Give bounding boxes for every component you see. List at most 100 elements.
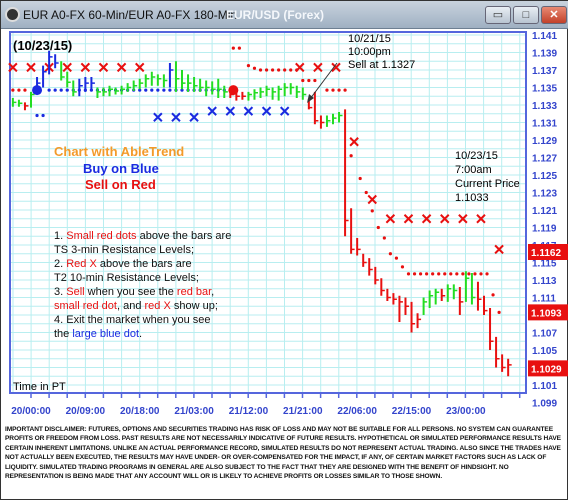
resistance-dot <box>479 272 483 276</box>
instr-text: above the bars are <box>136 230 232 242</box>
y-tick-label: 1.107 <box>532 329 557 340</box>
legend-title: Chart with AbleTrend <box>54 144 185 159</box>
large-red-dot <box>228 85 239 96</box>
resistance-dot <box>412 272 417 276</box>
resistance-dot <box>343 88 347 92</box>
resistance-dot <box>246 64 251 68</box>
x-tick-label: 22/06:00 <box>337 406 377 417</box>
chart-date: (10/23/15) <box>13 38 73 53</box>
resistance-dot <box>376 225 380 230</box>
resistance-dot <box>425 272 429 276</box>
instr-text: T2 10-min Resistance Levels; <box>54 272 199 284</box>
support-dot <box>156 88 160 92</box>
resistance-dot <box>485 272 489 276</box>
instr-text: show up; <box>170 300 218 312</box>
sell-note-time: 10:00pm <box>348 46 391 58</box>
resistance-dot <box>491 293 495 297</box>
resistance-dot <box>400 265 405 269</box>
x-tick-label: 23/00:00 <box>446 406 486 417</box>
instr-highlight: Small red dots <box>66 230 137 242</box>
resistance-dot <box>388 252 392 256</box>
support-dot <box>59 88 63 92</box>
resistance-dot <box>431 272 435 276</box>
resistance-dot <box>331 88 335 92</box>
instr-highlight: Sell <box>66 286 85 298</box>
y-tick-label: 1.101 <box>532 381 557 392</box>
resistance-dot <box>473 272 477 276</box>
resistance-dot <box>258 68 263 72</box>
resistance-dot <box>394 256 399 260</box>
resistance-dot <box>370 209 374 213</box>
resistance-dot <box>497 310 501 314</box>
instr-highlight: red X <box>144 300 171 312</box>
resistance-dot <box>11 88 15 92</box>
resistance-dot <box>325 88 329 92</box>
sell-note-price: Sell at 1.1327 <box>348 59 416 71</box>
instr-text: TS 3-min Resistance Levels; <box>54 244 194 256</box>
support-dot <box>53 88 57 92</box>
instr-text: 4. Exit the market when you see <box>54 314 211 326</box>
y-tick-label: 1.115 <box>532 259 557 270</box>
resistance-dot <box>337 88 341 92</box>
sell-note: 10/21/15 10:00pm Sell at 1.1327 <box>348 33 415 72</box>
large-blue-dot <box>32 85 43 96</box>
y-tick-label: 1.127 <box>532 154 557 165</box>
price-label: 1.1093 <box>531 308 562 319</box>
instr-text: 3. <box>54 286 67 298</box>
instr-text: when you see the <box>84 286 177 298</box>
instr-highlight: large blue dot <box>72 328 140 340</box>
x-tick-label: 21/21:00 <box>283 406 323 417</box>
y-tick-label: 1.141 <box>532 31 557 42</box>
x-tick-label: 22/15:00 <box>392 406 432 417</box>
y-tick-label: 1.123 <box>532 189 557 200</box>
y-tick-label: 1.129 <box>532 136 557 147</box>
current-price-note: 10/23/15 7:00am Current Price 1.1033 <box>455 149 520 205</box>
y-tick-label: 1.135 <box>532 84 557 95</box>
resistance-dot <box>455 272 459 276</box>
instr-text: above the bars are <box>96 258 192 270</box>
x-tick-label: 21/12:00 <box>229 406 269 417</box>
resistance-dot <box>231 46 235 50</box>
resistance-dot <box>237 46 241 50</box>
instr-text: . <box>139 328 143 340</box>
support-dot <box>168 88 172 92</box>
resistance-dot <box>301 78 305 83</box>
resistance-dot <box>443 272 447 276</box>
y-tick-label: 1.105 <box>532 346 557 357</box>
sell-note-date: 10/21/15 <box>348 33 391 45</box>
current-note-price: 1.1033 <box>455 192 489 204</box>
current-note-date: 10/23/15 <box>455 150 498 162</box>
resistance-dot <box>358 176 362 181</box>
y-tick-label: 1.119 <box>532 224 557 235</box>
resistance-dot <box>349 154 353 158</box>
y-tick-label: 1.133 <box>532 101 557 112</box>
y-tick-label: 1.113 <box>532 276 557 287</box>
support-dot <box>65 88 69 92</box>
resistance-dot <box>23 88 27 92</box>
y-tick-label: 1.131 <box>532 119 557 130</box>
resistance-dot <box>307 78 311 83</box>
instr-highlight: red bar <box>176 286 212 298</box>
support-dot <box>144 88 148 92</box>
resistance-dot <box>17 88 21 92</box>
x-tick-label: 20/09:00 <box>66 406 106 417</box>
instr-text: , and <box>116 300 145 312</box>
time-zone-label: Time in PT <box>13 381 66 393</box>
price-label: 1.1162 <box>531 248 561 259</box>
instr-text: the <box>54 328 73 340</box>
instr-text: , <box>211 286 215 298</box>
y-tick-label: 1.111 <box>532 294 556 305</box>
y-tick-label: 1.099 <box>532 399 557 410</box>
resistance-dot <box>406 272 411 276</box>
instr-highlight: Red X <box>66 258 97 270</box>
y-tick-label: 1.137 <box>532 66 557 77</box>
resistance-dot <box>277 68 281 72</box>
support-dot <box>41 113 45 118</box>
resistance-dot <box>449 272 453 276</box>
resistance-dot <box>418 272 423 276</box>
instr-highlight: small red dot <box>54 300 117 312</box>
price-chart: 1.141 1.139 1.137 1.135 1.133 1.131 1.129 1.127… <box>8 31 568 417</box>
resistance-dot <box>283 68 287 72</box>
disclaimer: IMPORTANT DISCLAIMER: FUTURES, OPTIONS A… <box>5 426 561 481</box>
legend-sell: Sell on Red <box>85 177 156 192</box>
